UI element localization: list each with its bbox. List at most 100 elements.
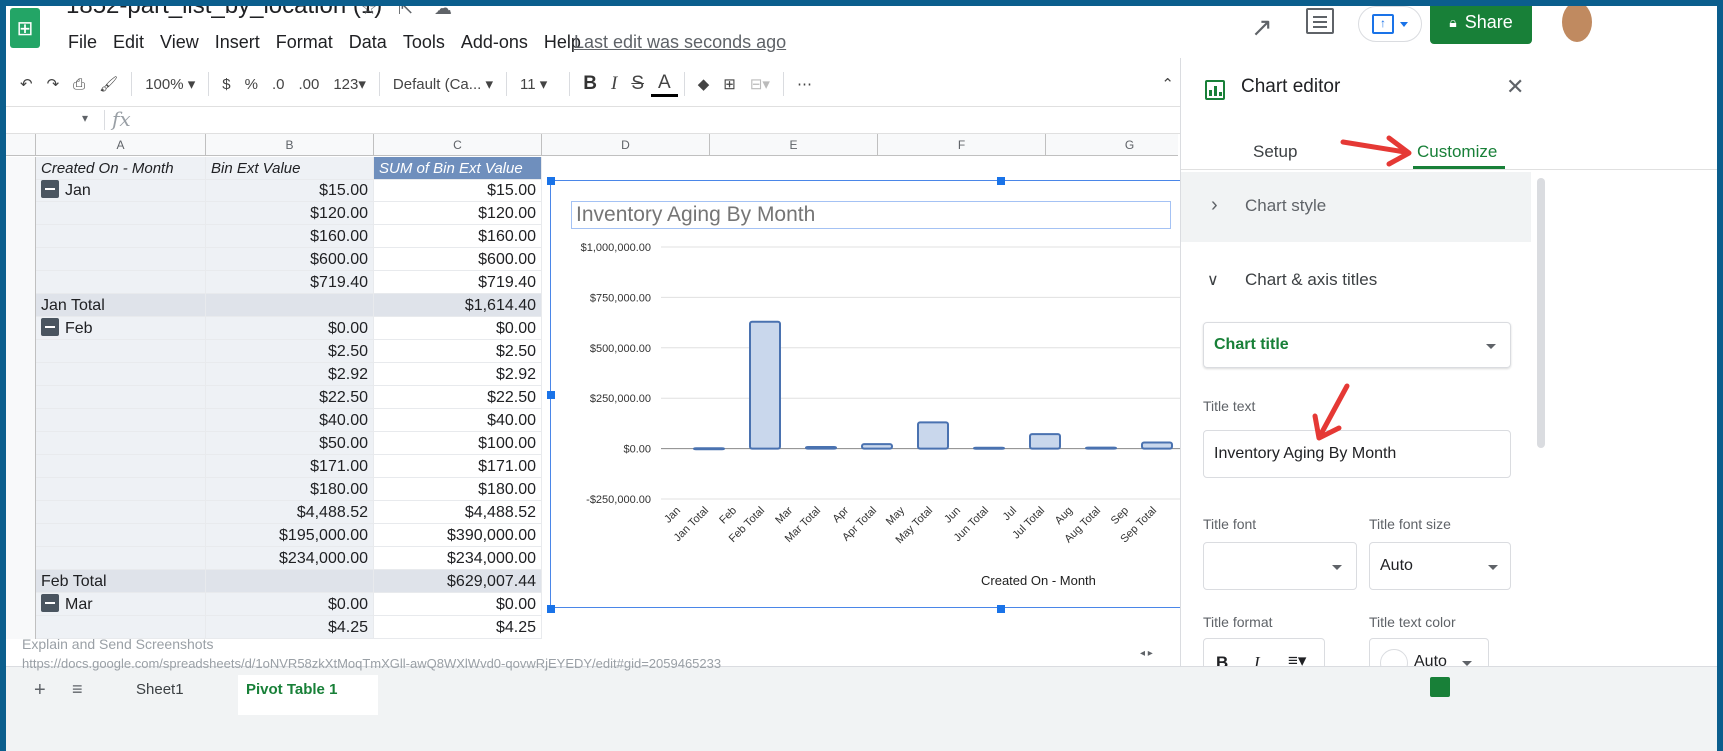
cell-month[interactable] (36, 478, 206, 501)
font-size-select[interactable]: 11 ▾ (513, 75, 563, 93)
cell-bin-ext-value[interactable]: $4.25 (206, 616, 374, 639)
section-chart-style[interactable]: › Chart style (1181, 172, 1531, 242)
row-header[interactable] (6, 271, 36, 294)
row-header[interactable] (6, 225, 36, 248)
strikethrough-button[interactable]: S (624, 73, 651, 95)
cell-month[interactable] (36, 225, 206, 248)
cell-month[interactable] (36, 524, 206, 547)
cell-sum-value[interactable]: $40.00 (374, 409, 542, 432)
row-header[interactable] (6, 248, 36, 271)
cell-sum-value[interactable]: $2.92 (374, 363, 542, 386)
row-header[interactable] (6, 202, 36, 225)
merge-cells-icon[interactable]: ⊟▾ (743, 75, 777, 93)
cell-bin-ext-value[interactable]: $120.00 (206, 202, 374, 225)
cell-month[interactable]: Feb Total (36, 570, 206, 593)
collapse-group-icon[interactable] (41, 180, 59, 198)
last-edit-link[interactable]: Last edit was seconds ago (574, 32, 786, 53)
cell-sum-value[interactable]: $4,488.52 (374, 501, 542, 524)
cell-bin-ext-value[interactable]: $719.40 (206, 271, 374, 294)
collapse-group-icon[interactable] (41, 318, 59, 336)
resize-handle[interactable] (997, 177, 1005, 185)
name-box-dropdown[interactable]: ▾ (82, 111, 88, 125)
percent-format-button[interactable]: % (238, 76, 265, 93)
resize-handle[interactable] (547, 177, 555, 185)
row-header[interactable] (6, 317, 36, 340)
resize-handle[interactable] (547, 605, 555, 613)
x-axis-title[interactable]: Created On - Month (981, 573, 1096, 588)
more-formats-button[interactable]: 123▾ (326, 75, 373, 93)
column-header-f[interactable]: F (878, 134, 1046, 156)
tab-customize[interactable]: Customize (1417, 142, 1497, 162)
resize-handle[interactable] (997, 605, 1005, 613)
menu-data[interactable]: Data (349, 32, 387, 53)
chevron-down-icon[interactable]: ∨ (1207, 270, 1219, 290)
row-header[interactable] (6, 363, 36, 386)
menu-format[interactable]: Format (276, 32, 333, 53)
pivot-header-sum[interactable]: SUM of Bin Ext Value (374, 157, 542, 180)
row-header[interactable] (6, 179, 36, 202)
cell-sum-value[interactable]: $22.50 (374, 386, 542, 409)
row-header[interactable] (6, 524, 36, 547)
explore-trend-icon[interactable]: ↗ (1251, 12, 1273, 43)
row-header[interactable] (6, 340, 36, 363)
present-button[interactable]: ↑ (1358, 6, 1422, 42)
column-header-c[interactable]: C (374, 134, 542, 156)
cell-month[interactable] (36, 363, 206, 386)
menu-edit[interactable]: Edit (113, 32, 144, 53)
cell-sum-value[interactable]: $2.50 (374, 340, 542, 363)
cell-sum-value[interactable]: $0.00 (374, 317, 542, 340)
cell-month[interactable] (36, 455, 206, 478)
cell-month[interactable] (36, 432, 206, 455)
section-axis-label[interactable]: Chart & axis titles (1245, 270, 1377, 290)
row-header[interactable] (6, 157, 36, 180)
pivot-header-month[interactable]: Created On - Month (36, 157, 206, 180)
menu-insert[interactable]: Insert (215, 32, 260, 53)
borders-icon[interactable]: ⊞ (716, 75, 743, 93)
cell-bin-ext-value[interactable]: $234,000.00 (206, 547, 374, 570)
decrease-decimal-button[interactable]: .0 (265, 76, 292, 93)
cell-sum-value[interactable]: $4.25 (374, 616, 542, 639)
title-font-select[interactable] (1203, 542, 1357, 590)
row-header[interactable] (6, 409, 36, 432)
cell-sum-value[interactable]: $234,000.00 (374, 547, 542, 570)
column-header-b[interactable]: B (206, 134, 374, 156)
cloud-status-icon[interactable]: ☁ (434, 6, 452, 19)
bold-button[interactable]: B (576, 73, 604, 95)
paint-format-icon[interactable]: 🖌︎ (92, 75, 125, 93)
title-type-select[interactable]: Chart title (1203, 322, 1511, 368)
cell-month[interactable] (36, 547, 206, 570)
row-header[interactable] (6, 294, 36, 317)
cell-sum-value[interactable]: $629,007.44 (374, 570, 542, 593)
corner-cell[interactable] (6, 134, 36, 156)
all-sheets-icon[interactable]: ≡ (72, 679, 83, 700)
chart[interactable]: Inventory Aging By Month $1,000,000.00 $7… (547, 177, 1181, 613)
fill-color-icon[interactable]: ◆ (691, 75, 717, 93)
column-header-a[interactable]: A (36, 134, 206, 156)
redo-icon[interactable]: ↷ (40, 75, 67, 93)
cell-bin-ext-value[interactable]: $180.00 (206, 478, 374, 501)
cell-bin-ext-value[interactable]: $2.50 (206, 340, 374, 363)
cell-bin-ext-value[interactable]: $160.00 (206, 225, 374, 248)
cell-bin-ext-value[interactable]: $22.50 (206, 386, 374, 409)
row-header[interactable] (6, 455, 36, 478)
sheets-logo-icon[interactable]: ⊞ (10, 8, 40, 48)
collapse-group-icon[interactable] (41, 594, 59, 612)
menu-file[interactable]: File (68, 32, 97, 53)
column-header-e[interactable]: E (710, 134, 878, 156)
avatar[interactable] (1562, 6, 1592, 42)
explore-icon[interactable] (1430, 677, 1450, 697)
chart-title[interactable]: Inventory Aging By Month (571, 201, 1171, 229)
text-color-button[interactable]: A (651, 72, 678, 97)
pivot-header-bin-ext[interactable]: Bin Ext Value (206, 157, 374, 180)
cell-sum-value[interactable]: $180.00 (374, 478, 542, 501)
cell-sum-value[interactable]: $0.00 (374, 593, 542, 616)
share-button[interactable]: 🔒︎ Share (1430, 6, 1532, 44)
cell-bin-ext-value[interactable]: $50.00 (206, 432, 374, 455)
cell-bin-ext-value[interactable]: $15.00 (206, 179, 374, 202)
document-title[interactable]: 1852-part_list_by_location (1) (66, 6, 382, 20)
cell-bin-ext-value[interactable]: $40.00 (206, 409, 374, 432)
add-sheet-icon[interactable]: + (34, 679, 46, 702)
row-header[interactable] (6, 593, 36, 616)
panel-scrollbar[interactable] (1537, 178, 1545, 448)
row-header[interactable] (6, 432, 36, 455)
